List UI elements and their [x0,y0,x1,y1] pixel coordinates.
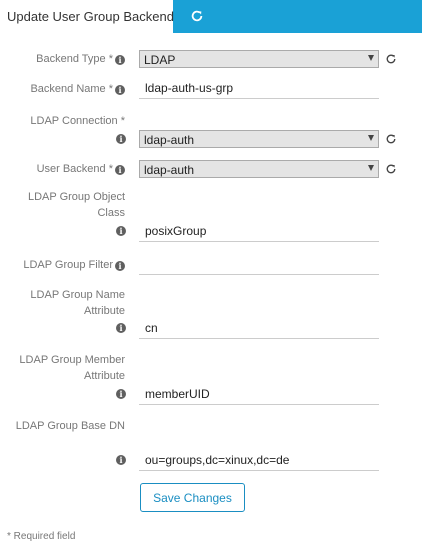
tab-update-user-group-backend[interactable]: Update User Group Backend [0,0,174,33]
group-name-attribute-input[interactable]: cn [139,317,379,339]
refresh-icon[interactable] [385,133,397,145]
save-changes-button[interactable]: Save Changes [140,483,245,512]
info-icon[interactable]: i [115,261,125,271]
info-icon[interactable]: i [116,226,126,236]
info-icon[interactable]: i [115,165,125,175]
user-backend-label: User Backend * i [37,161,125,177]
info-icon[interactable]: i [116,134,126,144]
info-icon[interactable]: i [115,55,125,65]
info-icon[interactable]: i [116,323,126,333]
group-object-class-label: LDAP Group Object Class [27,191,125,219]
backend-name-input[interactable]: ldap-auth-us-grp [139,77,379,99]
group-base-dn-input[interactable]: ou=groups,dc=xinux,dc=de [139,449,379,471]
caret-down-icon [368,55,374,61]
group-filter-label: LDAP Group Filter i [23,257,125,273]
refresh-icon[interactable] [385,163,397,175]
info-icon[interactable]: i [116,389,126,399]
group-member-attribute-input[interactable]: memberUID [139,383,379,405]
tab-label: Update User Group Backend [7,9,174,24]
backend-name-label: Backend Name * i [30,81,125,97]
refresh-icon[interactable] [385,53,397,65]
info-icon[interactable]: i [116,455,126,465]
refresh-icon[interactable] [190,9,204,23]
caret-down-icon [368,135,374,141]
required-field-note: * Required field [7,531,76,542]
group-base-dn-label: LDAP Group Base DN [15,420,125,432]
group-member-attribute-label: LDAP Group Member Attribute [19,354,125,382]
user-backend-select[interactable]: ldap-auth [139,160,379,178]
backend-type-select[interactable]: LDAP [139,50,379,68]
tab-bar: Update User Group Backend [0,0,422,33]
backend-type-label: Backend Type * i [36,51,125,67]
ldap-connection-label: LDAP Connection * [30,115,125,127]
group-name-attribute-label: LDAP Group Name Attribute [30,289,125,317]
group-object-class-input[interactable]: posixGroup [139,220,379,242]
caret-down-icon [368,165,374,171]
ldap-connection-select[interactable]: ldap-auth [139,130,379,148]
info-icon[interactable]: i [115,85,125,95]
group-filter-input[interactable] [139,253,379,275]
